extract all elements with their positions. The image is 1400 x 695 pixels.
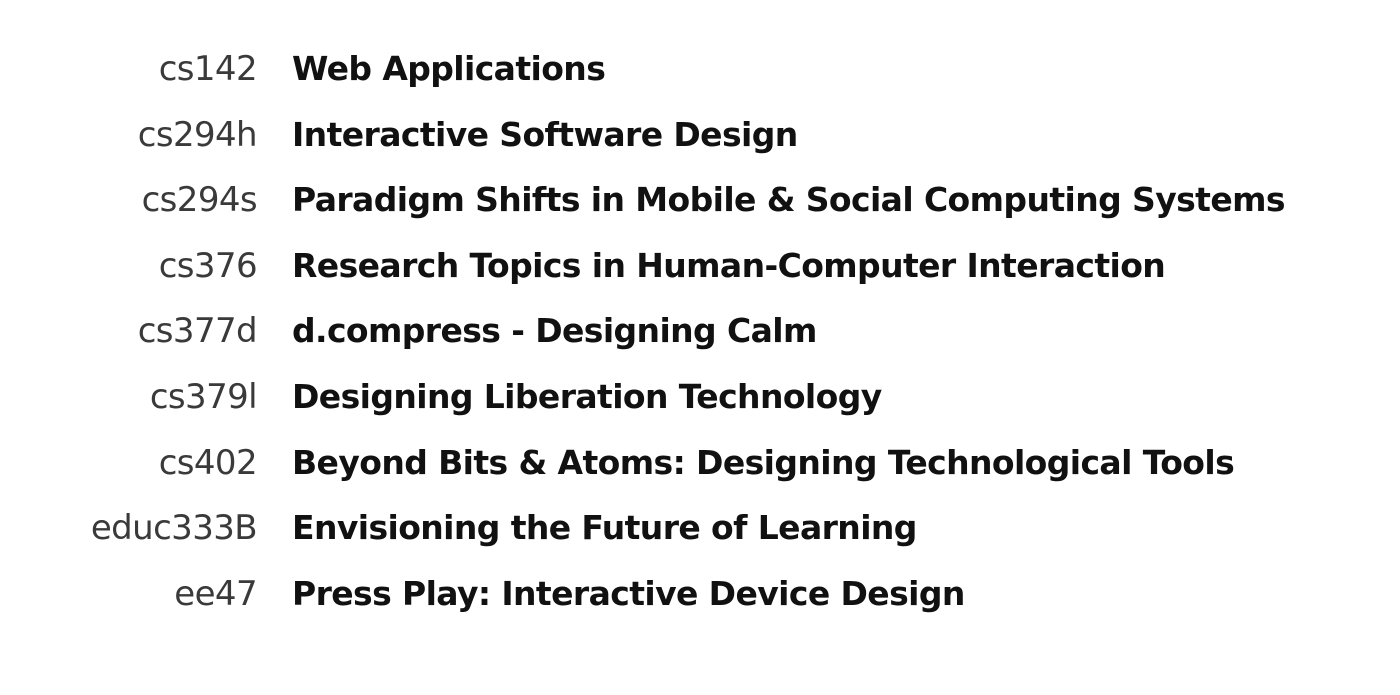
course-row-educ333b: educ333B Envisioning the Future of Learn… (0, 508, 1400, 574)
course-code: ee47 (174, 573, 257, 614)
course-code: cs402 (158, 442, 258, 483)
course-title-link[interactable]: Press Play: Interactive Device Design (292, 574, 965, 613)
course-code: cs376 (158, 245, 258, 286)
course-row-cs379l: cs379l Designing Liberation Technology (0, 377, 1400, 443)
course-list: cs142 Web Applications cs294h Interactiv… (0, 49, 1400, 639)
course-title-link[interactable]: Designing Liberation Technology (292, 377, 882, 416)
course-row-cs376: cs376 Research Topics in Human-Computer … (0, 246, 1400, 312)
course-row-cs294h: cs294h Interactive Software Design (0, 115, 1400, 181)
course-row-cs377d: cs377d d.compress - Designing Calm (0, 311, 1400, 377)
course-title-link[interactable]: Interactive Software Design (292, 115, 798, 154)
course-title-link[interactable]: d.compress - Designing Calm (292, 311, 817, 350)
course-code: cs294s (141, 180, 258, 221)
course-row-ee47: ee47 Press Play: Interactive Device Desi… (0, 574, 1400, 640)
course-code: cs294h (137, 114, 258, 155)
course-title-link[interactable]: Research Topics in Human-Computer Intera… (292, 246, 1166, 285)
course-row-cs294s: cs294s Paradigm Shifts in Mobile & Socia… (0, 180, 1400, 246)
course-code: cs377d (137, 311, 258, 352)
course-title-link[interactable]: Paradigm Shifts in Mobile & Social Compu… (292, 180, 1286, 219)
course-code: cs379l (149, 376, 258, 417)
course-code: educ333B (90, 508, 258, 549)
course-title-link[interactable]: Envisioning the Future of Learning (292, 508, 917, 547)
course-row-cs402: cs402 Beyond Bits & Atoms: Designing Tec… (0, 443, 1400, 509)
course-title-link[interactable]: Beyond Bits & Atoms: Designing Technolog… (292, 443, 1235, 482)
course-code: cs142 (158, 49, 258, 89)
course-row-cs142: cs142 Web Applications (0, 49, 1400, 115)
course-title-link[interactable]: Web Applications (292, 49, 606, 88)
